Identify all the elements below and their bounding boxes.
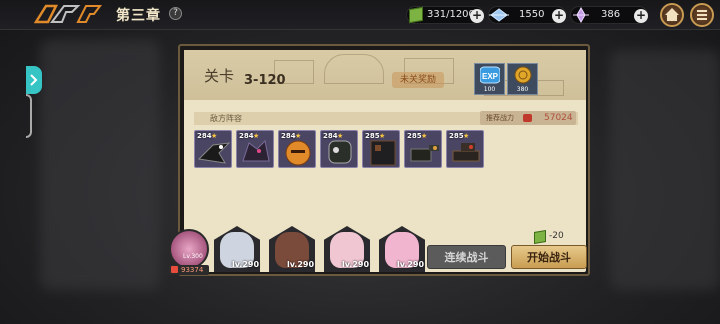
gold-coin-icon — [514, 66, 532, 84]
side-drawer-tab[interactable] — [26, 66, 42, 138]
reward-exp-count: 100 — [483, 86, 496, 93]
home-icon — [665, 8, 679, 21]
leader-avatar[interactable] — [169, 229, 209, 269]
power-label: 推荐战力 — [486, 114, 514, 122]
enemy-section-title: 敌方阵容 — [210, 114, 242, 123]
star-icon: ★ — [421, 132, 428, 140]
panel-header: 关卡 3-120 未关奖励 EXP 100 380 — [184, 50, 586, 100]
crystal-value: 386 — [601, 9, 621, 20]
start-battle-button[interactable]: 开始战斗 — [511, 245, 587, 269]
star-icon: ★ — [379, 132, 386, 140]
enemy-level: 284 — [197, 132, 212, 140]
top-bar: 第三章 ? 331/1200 + 1550 + 386 + — [0, 0, 720, 30]
star-icon: ★ — [211, 132, 218, 140]
star-icon: ★ — [337, 132, 344, 140]
hero-level: lv.290 — [232, 260, 260, 269]
exp-icon: EXP — [480, 66, 500, 84]
add-crystal-button[interactable]: + — [634, 9, 648, 23]
stamina-value: 331/1200 — [427, 9, 475, 20]
reward-gold-count: 380 — [516, 86, 529, 93]
hero-level: lv.290 — [342, 260, 370, 269]
enemy-level: 284 — [239, 132, 254, 140]
enemy-card[interactable]: 285 ★ — [362, 130, 400, 168]
hero-slot[interactable]: lv.290 — [269, 226, 317, 272]
power-icon — [523, 114, 532, 122]
stamina-resource: 331/1200 + — [406, 6, 484, 24]
star-icon: ★ — [253, 132, 260, 140]
drop-reward-button[interactable]: 未关奖励 — [392, 72, 444, 88]
enemy-level: 285 — [365, 132, 380, 140]
hero-slot[interactable]: lv.290 — [214, 226, 262, 272]
enemy-card[interactable]: 284 ★ — [194, 130, 232, 168]
stage-label: 关卡 — [204, 67, 235, 85]
stage-number: 3-120 — [244, 73, 286, 88]
background-blur-right — [610, 50, 720, 290]
diamond-value: 1550 — [519, 9, 545, 20]
background-blur-left — [40, 40, 160, 290]
crystal-resource: 386 + — [570, 6, 648, 24]
green-cube-icon — [409, 6, 423, 24]
hero-level: lv.290 — [397, 260, 425, 269]
diamond-resource: 1550 + — [488, 6, 566, 24]
enemy-card[interactable]: 284 ★ — [278, 130, 316, 168]
stamina-cost-value: -20 — [549, 231, 564, 241]
enemy-card[interactable]: 284 ★ — [236, 130, 274, 168]
drawer-rail — [26, 94, 32, 138]
game-screen: { "topbar": { "chapter_title": "第三章", "h… — [0, 0, 720, 324]
enemy-card[interactable]: 285 ★ — [446, 130, 484, 168]
leader-gold-value: 93374 — [181, 266, 204, 274]
enemy-level: 285 — [407, 132, 422, 140]
leader-level: Lv.300 — [183, 253, 203, 260]
home-button[interactable] — [660, 3, 684, 27]
blue-crystal-icon — [489, 8, 509, 22]
star-icon: ★ — [295, 132, 302, 140]
continuous-battle-button[interactable]: 连续战斗 — [427, 245, 506, 269]
chapter-title: 第三章 — [116, 8, 161, 24]
purple-crystal-icon — [573, 7, 589, 23]
gold-icon — [171, 266, 178, 273]
map-sketch — [324, 54, 384, 84]
add-stamina-button[interactable]: + — [470, 9, 484, 23]
hero-level: lv.290 — [287, 260, 315, 269]
enemy-level: 285 — [449, 132, 464, 140]
exp-label: EXP — [482, 72, 499, 81]
green-cube-icon — [534, 229, 546, 245]
enemy-card[interactable]: 284 ★ — [320, 130, 358, 168]
reward-gold[interactable]: 380 — [507, 63, 538, 95]
hero-slot[interactable]: lv.290 — [379, 226, 427, 272]
expand-arrow[interactable] — [26, 66, 42, 94]
power-value: 57024 — [544, 113, 573, 123]
star-icon: ★ — [463, 132, 470, 140]
reward-exp[interactable]: EXP 100 — [474, 63, 505, 95]
chevron-right-icon — [30, 74, 38, 86]
help-icon[interactable]: ? — [169, 7, 182, 20]
enemy-level: 284 — [281, 132, 296, 140]
menu-button[interactable] — [690, 3, 714, 27]
enemy-level: 284 — [323, 132, 338, 140]
hero-slot[interactable]: lv.290 — [324, 226, 372, 272]
add-diamond-button[interactable]: + — [552, 9, 566, 23]
game-logo — [34, 4, 102, 24]
enemy-card[interactable]: 285 ★ — [404, 130, 442, 168]
menu-icon — [697, 10, 707, 20]
